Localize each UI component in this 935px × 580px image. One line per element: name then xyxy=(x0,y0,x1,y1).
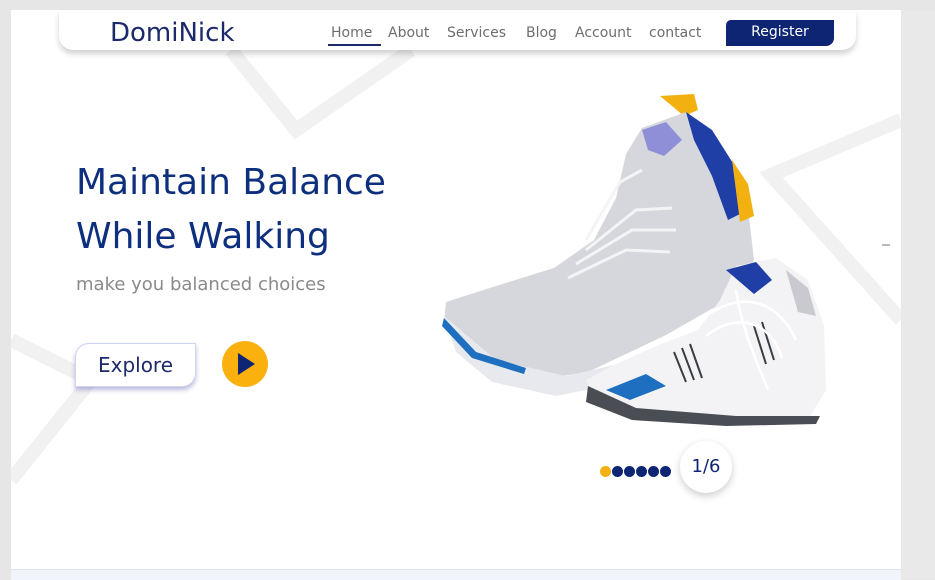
play-button[interactable] xyxy=(222,341,268,387)
nav-link-home[interactable]: Home xyxy=(331,25,372,41)
nav-link-blog[interactable]: Blog xyxy=(526,25,557,41)
nav-link-about[interactable]: About xyxy=(388,25,429,41)
brand-logo[interactable]: DomiNick xyxy=(110,18,235,48)
sneakers-image xyxy=(442,94,826,426)
slider-dot-2[interactable] xyxy=(612,466,623,477)
register-button[interactable]: Register xyxy=(726,20,834,46)
hero-headline-line2: While Walking xyxy=(76,216,330,257)
next-section-edge xyxy=(11,569,901,580)
nav-link-account[interactable]: Account xyxy=(575,25,632,41)
nav-link-contact[interactable]: contact xyxy=(649,25,701,41)
active-nav-underline xyxy=(328,44,381,46)
window-scrollbar-area xyxy=(901,10,935,579)
top-navbar: DomiNick Home About Services Blog Accoun… xyxy=(59,10,856,50)
explore-button[interactable]: Explore xyxy=(75,343,196,387)
slider-dot-1[interactable] xyxy=(600,466,611,477)
play-icon xyxy=(238,353,255,375)
slide-counter: 1/6 xyxy=(680,441,732,493)
slider-dot-6[interactable] xyxy=(660,466,671,477)
slider-dot-3[interactable] xyxy=(624,466,635,477)
slider-dot-5[interactable] xyxy=(648,466,659,477)
hero-headline-line1: Maintain Balance xyxy=(76,162,386,203)
hero-subtitle: make you balanced choices xyxy=(76,274,326,295)
nav-link-services[interactable]: Services xyxy=(447,25,506,41)
scroll-indicator xyxy=(882,244,890,246)
hero-headline: Maintain Balance While Walking xyxy=(76,156,386,264)
slider-dot-4[interactable] xyxy=(636,466,647,477)
